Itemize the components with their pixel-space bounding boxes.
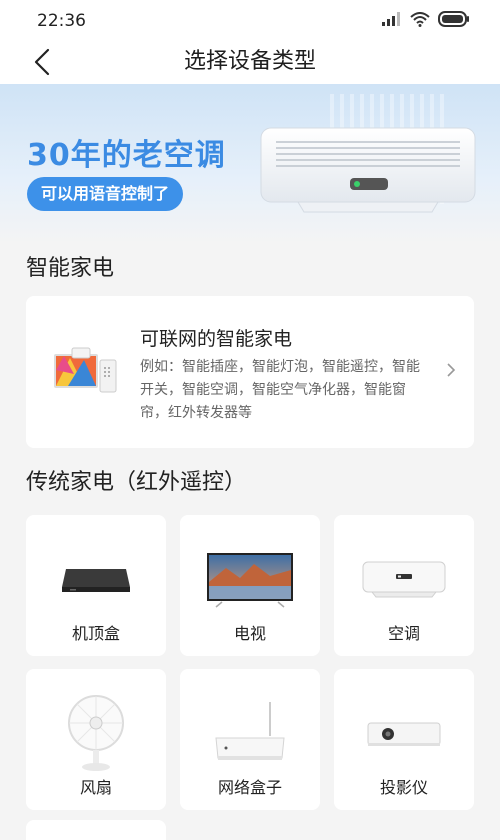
device-tile-partial[interactable] [26,820,166,840]
device-label: 电视 [233,624,266,643]
nav-bar: 选择设备类型 [0,40,500,84]
air-conditioner-icon [260,127,476,213]
projector-icon [367,722,441,746]
status-bar: 22:36 [0,0,500,40]
device-label: 网络盒子 [217,778,282,797]
status-time: 22:36 [37,11,86,31]
wifi-icon [410,11,430,27]
banner-pill: 可以用语音控制了 [27,177,184,211]
device-label: 投影仪 [379,778,428,797]
back-button[interactable] [22,42,62,82]
tv-icon [207,553,293,608]
device-label: 风扇 [79,778,112,797]
page-title: 选择设备类型 [183,49,316,74]
smart-section-title: 智能家电 [26,256,115,281]
battery-icon [438,11,469,27]
device-tile-tv[interactable]: 电视 [180,515,320,656]
smart-appliance-card[interactable]: 可联网的智能家电 例如：智能插座，智能灯泡，智能遥控，智能开关，智能空调，智能空… [26,296,474,448]
network-box-icon [215,702,285,760]
smart-appliances-icon [54,347,117,393]
promo-banner[interactable]: 30年的老空调 可以用语音控制了 [0,84,500,244]
fan-icon [68,695,124,771]
device-tile-set-top-box[interactable]: 机顶盒 [26,515,166,656]
traditional-section-title: 传统家电（红外遥控） [26,470,247,495]
smart-card-title: 可联网的智能家电 [140,328,293,350]
banner-heading: 30年的老空调 [27,138,226,173]
device-label: 机顶盒 [71,624,120,643]
smart-card-description: 例如：智能插座，智能灯泡，智能遥控，智能开关，智能空调，智能空气净化器，智能窗帘… [140,359,420,421]
signal-icon [382,12,400,26]
back-arrow-icon [34,48,50,76]
device-label: 空调 [387,624,420,643]
set-top-box-icon [62,569,130,592]
status-icons [382,11,470,27]
chevron-right-icon [447,363,456,377]
air-conditioner-icon [362,561,446,598]
device-tile-air-conditioner[interactable]: 空调 [334,515,474,656]
device-tile-fan[interactable]: 风扇 [26,669,166,810]
device-tile-network-box[interactable]: 网络盒子 [180,669,320,810]
device-tile-projector[interactable]: 投影仪 [334,669,474,810]
